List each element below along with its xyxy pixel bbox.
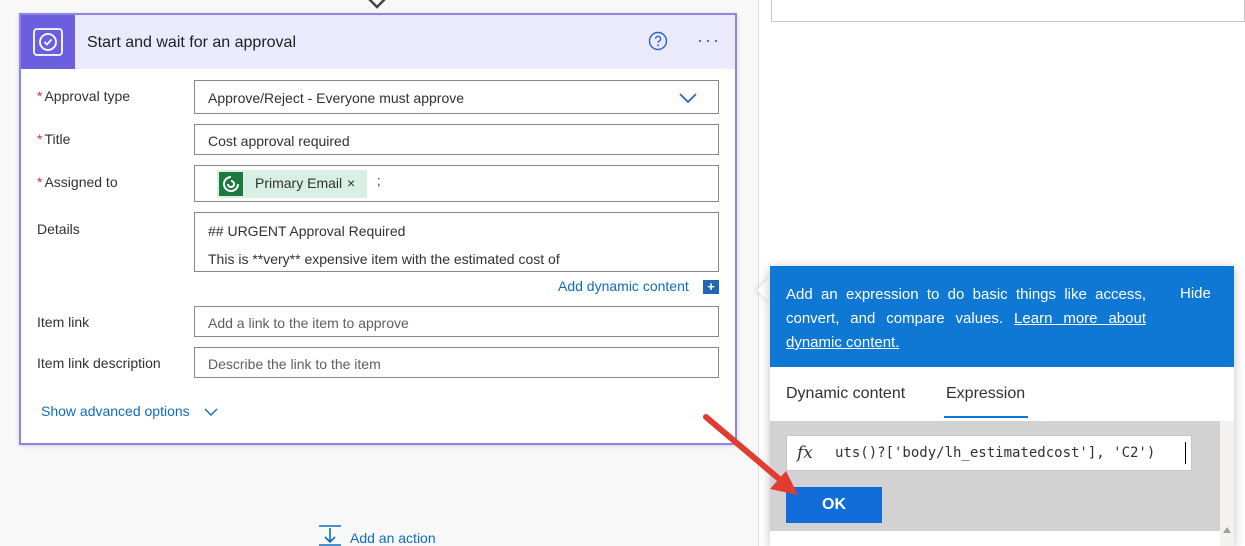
token-label: Primary Email xyxy=(255,175,343,191)
approval-type-label: * Approval type xyxy=(37,88,131,104)
approval-type-value: Approve/Reject - Everyone must approve xyxy=(208,90,465,106)
expression-input[interactable]: fx uts()?['body/lh_estimatedcost'], 'C2'… xyxy=(786,435,1192,471)
add-action-icon[interactable] xyxy=(318,524,342,546)
popup-footer xyxy=(770,531,1220,546)
hide-button[interactable]: Hide xyxy=(1180,285,1211,302)
card-title: Start and wait for an approval xyxy=(87,34,297,51)
chevron-down-icon xyxy=(679,93,697,104)
add-an-action-link[interactable]: Add an action xyxy=(350,530,436,546)
approval-action-card: Start and wait for an approval ··· * Appr… xyxy=(19,13,737,445)
remove-token-icon[interactable]: × xyxy=(347,175,355,191)
item-link-placeholder: Add a link to the item to approve xyxy=(208,315,409,331)
popup-caret xyxy=(757,276,771,304)
approval-type-dropdown[interactable]: Approve/Reject - Everyone must approve xyxy=(194,80,719,114)
separator: ; xyxy=(377,173,381,188)
approval-icon xyxy=(21,15,75,69)
active-tab-indicator xyxy=(944,416,1028,418)
expression-text: uts()?['body/lh_estimatedcost'], 'C2') xyxy=(835,445,1156,461)
help-icon[interactable] xyxy=(648,31,668,51)
annotation-arrow-icon xyxy=(703,414,798,495)
details-textarea[interactable]: ## URGENT Approval Required This is **ve… xyxy=(194,212,719,272)
title-input[interactable]: Cost approval required xyxy=(194,124,719,155)
item-link-description-placeholder: Describe the link to the item xyxy=(208,356,381,372)
details-label: Details xyxy=(37,221,80,237)
scrollbar[interactable] xyxy=(1220,421,1234,546)
details-line-1: ## URGENT Approval Required xyxy=(208,223,406,239)
assigned-to-label: * Assigned to xyxy=(37,174,118,190)
dataverse-icon xyxy=(219,172,243,196)
item-link-label: Item link xyxy=(37,314,90,330)
more-options-icon[interactable]: ··· xyxy=(697,31,721,49)
expression-area: fx uts()?['body/lh_estimatedcost'], 'C2'… xyxy=(770,421,1220,531)
info-banner: Add an expression to do basic things lik… xyxy=(770,266,1234,367)
tab-expression[interactable]: Expression xyxy=(946,385,1025,403)
title-value: Cost approval required xyxy=(208,133,350,149)
add-dynamic-content-plus-icon[interactable]: + xyxy=(703,280,719,294)
item-link-description-input[interactable]: Describe the link to the item xyxy=(194,347,719,378)
text-cursor xyxy=(1185,442,1186,464)
details-line-2: This is **very** expensive item with the… xyxy=(208,251,560,267)
scroll-up-icon[interactable] xyxy=(1223,527,1231,533)
info-text: Add an expression to do basic things lik… xyxy=(786,286,1146,351)
item-link-description-label: Item link description xyxy=(37,355,161,371)
add-dynamic-content-link[interactable]: Add dynamic content xyxy=(558,278,689,294)
card-header[interactable]: Start and wait for an approval ··· xyxy=(21,15,735,69)
assigned-to-input[interactable]: Primary Email × ; xyxy=(194,165,719,202)
title-label: * Title xyxy=(37,131,71,147)
right-panel-input-box[interactable] xyxy=(771,0,1245,22)
item-link-input[interactable]: Add a link to the item to approve xyxy=(194,306,719,337)
chevron-down-icon[interactable] xyxy=(204,407,218,417)
show-advanced-options-link[interactable]: Show advanced options xyxy=(41,403,190,419)
tab-dynamic-content[interactable]: Dynamic content xyxy=(786,385,905,403)
dynamic-content-popup: Add an expression to do basic things lik… xyxy=(770,266,1234,546)
down-arrow-icon xyxy=(368,0,386,9)
primary-email-token[interactable]: Primary Email × xyxy=(217,170,367,198)
